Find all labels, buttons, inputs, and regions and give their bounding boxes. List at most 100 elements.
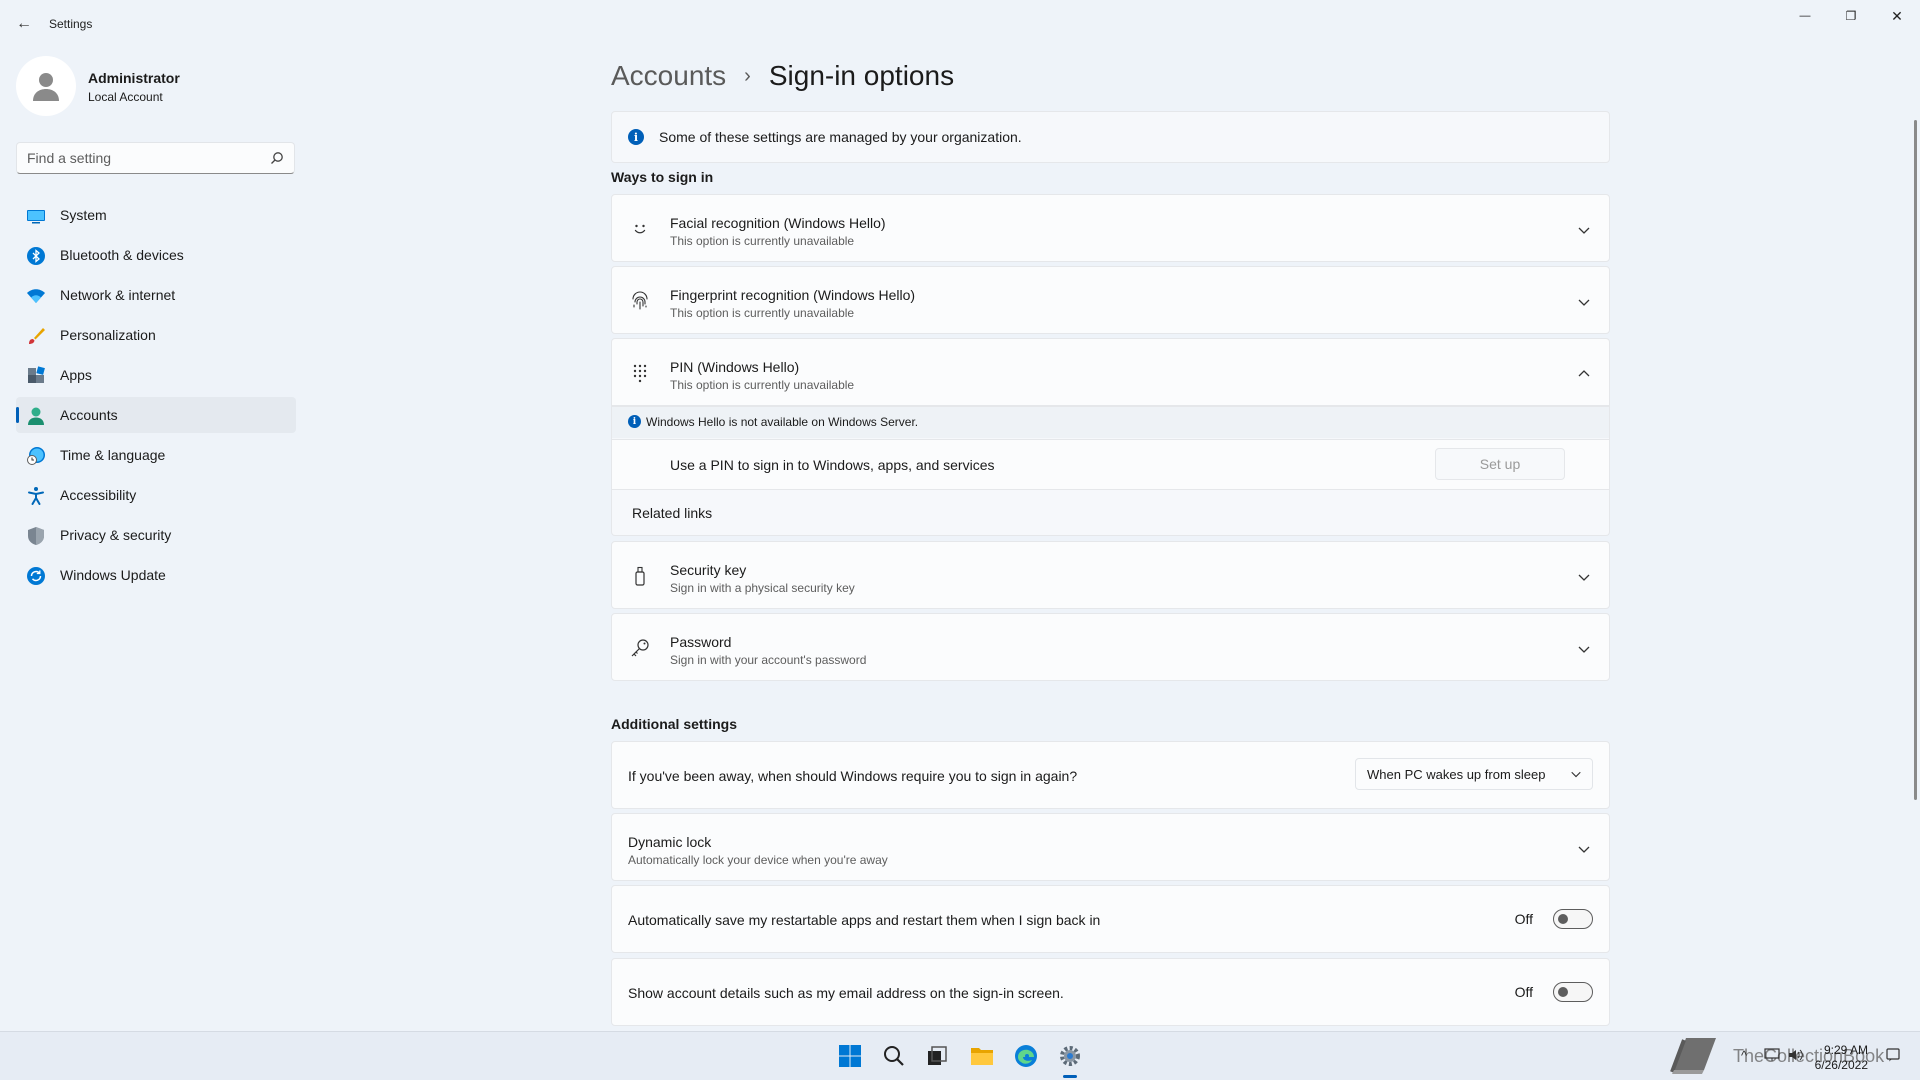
start-button[interactable]: [836, 1042, 864, 1070]
taskbar-clock[interactable]: 9:29 AM 6/26/2022: [1815, 1043, 1868, 1073]
key-icon: [631, 639, 649, 657]
card-subtitle: This option is currently unavailable: [670, 306, 855, 320]
facial-recognition-card[interactable]: Facial recognition (Windows Hello) This …: [611, 194, 1610, 262]
show-hidden-icons-button[interactable]: ^: [1735, 1046, 1753, 1064]
settings-app-button[interactable]: [1056, 1042, 1084, 1070]
maximize-button[interactable]: ❐: [1828, 0, 1874, 32]
minimize-button[interactable]: —: [1782, 0, 1828, 32]
chevron-right-icon: ›: [744, 64, 751, 87]
sidebar-item-label: Network & internet: [60, 287, 176, 303]
pin-setup-row: Use a PIN to sign in to Windows, apps, a…: [612, 439, 1609, 490]
profile-account-type: Local Account: [88, 90, 163, 104]
notification-center-button[interactable]: [1884, 1046, 1902, 1064]
sidebar-item-label: Apps: [60, 367, 92, 383]
profile-card[interactable]: Administrator Local Account: [16, 56, 296, 116]
file-explorer-button[interactable]: [968, 1042, 996, 1070]
app-title: Settings: [49, 17, 93, 31]
dynamic-lock-card[interactable]: Dynamic lock Automatically lock your dev…: [611, 813, 1610, 881]
info-icon: i: [628, 129, 644, 145]
pin-expanded-panel: i Windows Hello is not available on Wind…: [611, 406, 1610, 536]
notification-icon: [1886, 1048, 1900, 1062]
volume-tray-button[interactable]: [1787, 1046, 1805, 1064]
chevron-down-icon: [1578, 646, 1590, 653]
taskbar: TheCollectionBook ^ 9:29 AM 6/26/2022: [0, 1031, 1920, 1080]
card-title: Security key: [670, 562, 747, 578]
search-icon: [884, 1046, 904, 1066]
sidebar-item-label: Personalization: [60, 327, 156, 343]
monitor-icon: [27, 210, 45, 224]
sidebar-item-label: Accessibility: [60, 487, 137, 503]
search-icon[interactable]: [270, 151, 284, 165]
avatar: [16, 56, 76, 116]
sidebar-item-personalization[interactable]: Personalization: [16, 317, 296, 353]
page-title: Sign-in options: [768, 60, 955, 91]
close-button[interactable]: ✕: [1874, 0, 1920, 32]
sidebar-item-accounts[interactable]: Accounts: [16, 397, 296, 433]
fingerprint-icon: [632, 291, 648, 310]
card-subtitle: This option is currently unavailable: [670, 234, 855, 248]
pin-setup-text: Use a PIN to sign in to Windows, apps, a…: [670, 457, 995, 473]
card-title: If you've been away, when should Windows…: [628, 768, 1078, 784]
title-bar: ← Settings — ❐ ✕: [0, 0, 1920, 48]
pin-setup-button[interactable]: Set up: [1435, 448, 1565, 480]
password-card[interactable]: Password Sign in with your account's pas…: [611, 613, 1610, 681]
folder-icon: [971, 1048, 993, 1065]
sidebar-item-system[interactable]: System: [16, 197, 296, 233]
speaker-icon: [1789, 1049, 1803, 1061]
toggle-state-label: Off: [1514, 984, 1533, 1000]
brush-icon: [29, 328, 45, 344]
chevron-down-icon: [1578, 846, 1590, 853]
pin-card[interactable]: PIN (Windows Hello) This option is curre…: [611, 338, 1610, 406]
search-input[interactable]: [17, 143, 257, 173]
book-logo-icon: [1670, 1038, 1716, 1074]
gear-icon: [1060, 1046, 1080, 1066]
card-subtitle: Sign in with your account's password: [670, 653, 867, 667]
accessibility-icon: [28, 487, 44, 505]
related-links-label: Related links: [632, 505, 713, 521]
card-subtitle: This option is currently unavailable: [670, 378, 855, 392]
sidebar-item-label: Time & language: [60, 447, 166, 463]
sidebar-item-time-language[interactable]: Time & language: [16, 437, 296, 473]
sidebar-item-bluetooth[interactable]: Bluetooth & devices: [16, 237, 296, 273]
edge-browser-button[interactable]: [1012, 1042, 1040, 1070]
apps-icon: [28, 366, 45, 383]
card-title: Password: [670, 634, 732, 650]
require-signin-dropdown[interactable]: When PC wakes up from sleep: [1355, 758, 1593, 790]
person-icon: [28, 407, 44, 425]
usb-key-icon: [635, 566, 645, 586]
sidebar-item-windows-update[interactable]: Windows Update: [16, 557, 296, 593]
info-icon: i: [628, 415, 641, 428]
sidebar-item-apps[interactable]: Apps: [16, 357, 296, 393]
minimize-icon: —: [1799, 10, 1811, 22]
sidebar-item-privacy-security[interactable]: Privacy & security: [16, 517, 296, 553]
section-title-ways-to-sign-in: Ways to sign in: [611, 169, 714, 185]
sidebar-nav: System Bluetooth & devices Network & int…: [16, 197, 296, 597]
chevron-down-icon: [1578, 227, 1590, 234]
network-tray-button[interactable]: [1763, 1046, 1781, 1064]
wifi-icon: [27, 289, 45, 303]
breadcrumb-parent-link[interactable]: Accounts: [611, 60, 726, 92]
security-key-card[interactable]: Security key Sign in with a physical sec…: [611, 541, 1610, 609]
managed-by-org-banner: i Some of these settings are managed by …: [611, 111, 1610, 163]
restart-apps-toggle[interactable]: [1553, 909, 1593, 929]
card-subtitle: Sign in with a physical security key: [670, 581, 855, 595]
clock-date: 6/26/2022: [1814, 1058, 1868, 1072]
sidebar-item-accessibility[interactable]: Accessibility: [16, 477, 296, 513]
breadcrumb: Accounts › Sign-in options: [611, 56, 954, 96]
clock-time: 9:29 AM: [1823, 1043, 1868, 1057]
fingerprint-recognition-card[interactable]: Fingerprint recognition (Windows Hello) …: [611, 266, 1610, 334]
taskbar-search-button[interactable]: [880, 1042, 908, 1070]
network-monitor-icon: [1764, 1048, 1780, 1061]
sidebar-item-label: System: [60, 207, 107, 223]
chevron-up-icon: [1578, 370, 1590, 377]
bluetooth-icon: [27, 247, 45, 265]
account-details-toggle[interactable]: [1553, 982, 1593, 1002]
back-arrow-icon: ←: [16, 15, 32, 32]
banner-text: Some of these settings are managed by yo…: [659, 129, 1022, 145]
sidebar-item-network[interactable]: Network & internet: [16, 277, 296, 313]
dropdown-selected-value: When PC wakes up from sleep: [1367, 767, 1546, 782]
task-view-button[interactable]: [923, 1042, 951, 1070]
card-subtitle: Automatically lock your device when you'…: [628, 853, 888, 867]
vertical-scrollbar[interactable]: [1914, 120, 1917, 800]
back-button[interactable]: ←: [12, 12, 36, 36]
